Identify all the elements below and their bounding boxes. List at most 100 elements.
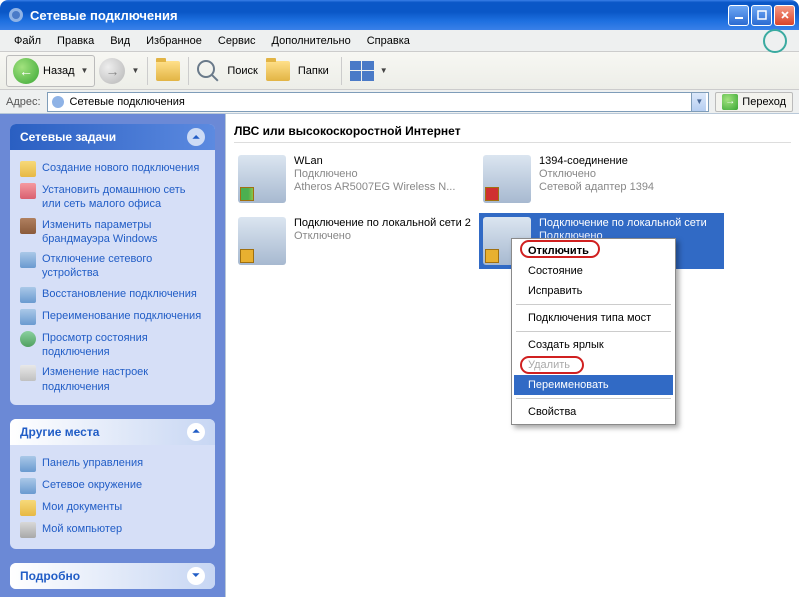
views-button[interactable]	[350, 61, 374, 81]
connection-lan2[interactable]: Подключение по локальной сети 2 Отключен…	[234, 213, 479, 269]
go-button[interactable]: → Переход	[715, 92, 793, 112]
back-label: Назад	[43, 65, 75, 77]
place-my-documents[interactable]: Мои документы	[20, 497, 205, 519]
search-label[interactable]: Поиск	[223, 65, 261, 77]
place-control-panel[interactable]: Панель управления	[20, 453, 205, 475]
context-menu: Отключить Состояние Исправить Подключени…	[511, 238, 676, 425]
status-icon	[20, 331, 36, 347]
task-label: Переименование подключения	[42, 309, 201, 323]
folders-label[interactable]: Папки	[294, 65, 333, 77]
task-new-connection[interactable]: Создание нового подключения	[20, 158, 205, 180]
ctx-separator	[516, 304, 671, 305]
ctx-bridge[interactable]: Подключения типа мост	[514, 308, 673, 328]
place-label: Панель управления	[42, 456, 143, 470]
place-my-network[interactable]: Сетевое окружение	[20, 475, 205, 497]
home-network-icon	[20, 183, 36, 199]
connection-status: Подключено	[294, 168, 455, 180]
views-dropdown-icon[interactable]: ▼	[380, 66, 388, 75]
forward-button[interactable]: →	[99, 58, 125, 84]
documents-icon	[20, 500, 36, 516]
ctx-separator	[516, 331, 671, 332]
task-label: Изменить параметры брандмауэра Windows	[42, 218, 205, 247]
back-dropdown-icon[interactable]: ▼	[81, 66, 89, 75]
panel-head-details[interactable]: Подробно ⏷	[10, 563, 215, 589]
address-label: Адрес:	[6, 96, 41, 108]
back-button[interactable]: ← Назад ▼	[6, 55, 95, 87]
address-text: Сетевые подключения	[66, 96, 692, 108]
settings-icon	[20, 365, 36, 381]
app-icon	[8, 7, 24, 23]
chevron-up-icon: ⏶	[187, 423, 205, 441]
control-panel-icon	[20, 456, 36, 472]
menu-service[interactable]: Сервис	[210, 33, 264, 49]
ctx-shortcut[interactable]: Создать ярлык	[514, 335, 673, 355]
search-icon[interactable]	[197, 60, 219, 82]
panel-body-places: Панель управления Сетевое окружение Мои …	[10, 445, 215, 549]
disable-icon	[20, 252, 36, 268]
task-label: Создание нового подключения	[42, 161, 199, 175]
connection-name: WLan	[294, 155, 455, 167]
network-places-icon	[20, 478, 36, 494]
folders-icon[interactable]	[266, 61, 290, 81]
place-my-computer[interactable]: Мой компьютер	[20, 519, 205, 541]
firewall-icon	[20, 218, 36, 234]
task-label: Просмотр состояния подключения	[42, 331, 205, 360]
go-label: Переход	[742, 96, 786, 108]
main-area: Сетевые задачи ⏶ Создание нового подключ…	[0, 114, 799, 597]
panel-head-places[interactable]: Другие места ⏶	[10, 419, 215, 445]
task-rename[interactable]: Переименование подключения	[20, 306, 205, 328]
address-dropdown-icon[interactable]: ▼	[691, 93, 706, 111]
ctx-disable[interactable]: Отключить	[514, 241, 673, 261]
forward-dropdown-icon[interactable]: ▼	[131, 66, 139, 75]
panel-network-tasks: Сетевые задачи ⏶ Создание нового подключ…	[10, 124, 215, 405]
maximize-button[interactable]	[751, 5, 772, 26]
connection-wlan[interactable]: WLan Подключено Atheros AR5007EG Wireles…	[234, 151, 479, 207]
sidebar: Сетевые задачи ⏶ Создание нового подключ…	[0, 114, 225, 597]
connection-name: Подключение по локальной сети	[539, 217, 707, 229]
ctx-properties[interactable]: Свойства	[514, 402, 673, 422]
task-change-settings[interactable]: Изменение настроек подключения	[20, 362, 205, 397]
computer-icon	[20, 522, 36, 538]
connection-status: Отключено	[539, 168, 654, 180]
close-button[interactable]	[774, 5, 795, 26]
address-icon	[50, 94, 66, 110]
window-buttons	[728, 5, 795, 26]
task-repair[interactable]: Восстановление подключения	[20, 284, 205, 306]
new-connection-icon	[20, 161, 36, 177]
connection-1394[interactable]: 1394-соединение Отключено Сетевой адапте…	[479, 151, 724, 207]
ctx-separator	[516, 398, 671, 399]
up-folder-icon[interactable]	[156, 61, 180, 81]
task-home-network[interactable]: Установить домашнюю сеть или сеть малого…	[20, 180, 205, 215]
throbber-icon	[763, 29, 787, 53]
ctx-rename[interactable]: Переименовать	[514, 375, 673, 395]
task-label: Изменение настроек подключения	[42, 365, 205, 394]
place-label: Мой компьютер	[42, 522, 122, 536]
panel-title-tasks: Сетевые задачи	[20, 130, 116, 144]
task-view-status[interactable]: Просмотр состояния подключения	[20, 328, 205, 363]
rename-icon	[20, 309, 36, 325]
ctx-status[interactable]: Состояние	[514, 261, 673, 281]
menu-bar: Файл Правка Вид Избранное Сервис Дополни…	[0, 30, 799, 52]
menu-favorites[interactable]: Избранное	[138, 33, 210, 49]
task-disable-device[interactable]: Отключение сетевого устройства	[20, 249, 205, 284]
address-input[interactable]: Сетевые подключения ▼	[47, 92, 710, 112]
ctx-repair[interactable]: Исправить	[514, 281, 673, 301]
content-pane: ЛВС или высокоскоростной Интернет WLan П…	[225, 114, 799, 597]
repair-icon	[20, 287, 36, 303]
menu-file[interactable]: Файл	[6, 33, 49, 49]
place-label: Сетевое окружение	[42, 478, 142, 492]
minimize-button[interactable]	[728, 5, 749, 26]
menu-advanced[interactable]: Дополнительно	[264, 33, 359, 49]
connection-device: Сетевой адаптер 1394	[539, 181, 654, 193]
connection-status: Отключено	[294, 230, 471, 242]
lan-connection-icon	[483, 155, 531, 203]
task-firewall[interactable]: Изменить параметры брандмауэра Windows	[20, 215, 205, 250]
menu-view[interactable]: Вид	[102, 33, 138, 49]
task-label: Восстановление подключения	[42, 287, 197, 301]
title-bar: Сетевые подключения	[0, 0, 799, 30]
connection-name: 1394-соединение	[539, 155, 654, 167]
go-arrow-icon: →	[722, 94, 738, 110]
panel-head-tasks[interactable]: Сетевые задачи ⏶	[10, 124, 215, 150]
menu-help[interactable]: Справка	[359, 33, 418, 49]
menu-edit[interactable]: Правка	[49, 33, 102, 49]
